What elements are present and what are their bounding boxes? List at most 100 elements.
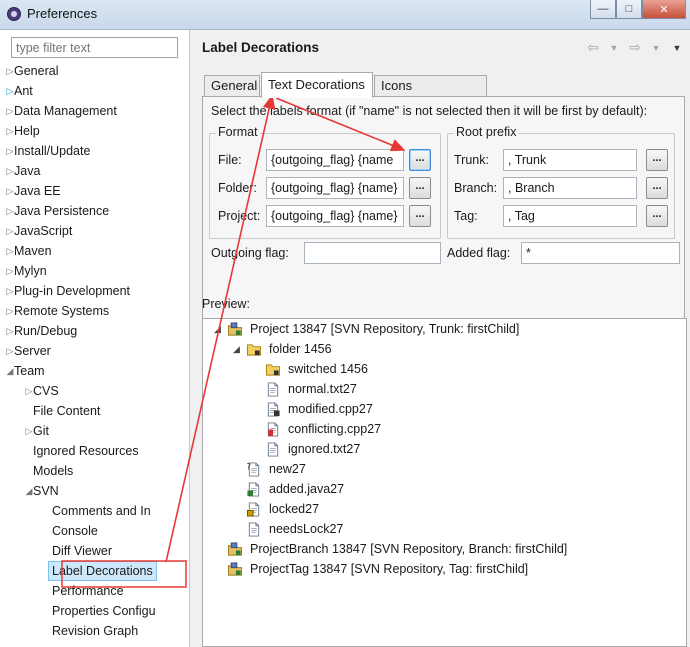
project-format-field[interactable]: {outgoing_flag} {name} bbox=[266, 205, 404, 227]
preview-item-label: Project 13847 [SVN Repository, Trunk: fi… bbox=[250, 322, 520, 336]
tree-item-performance[interactable]: Performance bbox=[0, 581, 190, 601]
file-browse-button[interactable]: ... bbox=[409, 149, 431, 171]
tree-item-java[interactable]: ▷ Java bbox=[0, 161, 190, 181]
preview-item-label: ProjectBranch 13847 [SVN Repository, Bra… bbox=[250, 542, 568, 556]
tab-text-decorations[interactable]: Text Decorations bbox=[261, 72, 373, 98]
window-title: Preferences bbox=[27, 6, 98, 21]
tree-item-run-debug[interactable]: ▷ Run/Debug bbox=[0, 321, 190, 341]
tree-item-label: Java EE bbox=[14, 184, 61, 198]
tree-item-label: Properties Configu bbox=[52, 604, 156, 618]
tree-item-properties-configu[interactable]: Properties Configu bbox=[0, 601, 190, 621]
tree-item-label: Java bbox=[14, 164, 41, 178]
preview-tree: ◢ Project 13847 [SVN Repository, Trunk: f… bbox=[202, 318, 687, 647]
tree-item-label: Ignored Resources bbox=[33, 444, 139, 458]
added-flag-field[interactable]: * bbox=[521, 242, 680, 264]
tab-icons-decorations[interactable]: Icons Decorations bbox=[374, 75, 487, 113]
outgoing-flag-label: Outgoing flag: bbox=[211, 246, 289, 260]
forward-arrow-icon[interactable]: ⇨ bbox=[626, 39, 644, 57]
tab-general[interactable]: General bbox=[204, 75, 260, 97]
tree-item-models[interactable]: Models bbox=[0, 461, 190, 481]
tree-item-server[interactable]: ▷ Server bbox=[0, 341, 190, 361]
expanded-arrow-icon[interactable]: ◢ bbox=[233, 339, 240, 359]
tree-item-team[interactable]: ◢ Team bbox=[0, 361, 190, 381]
tree-item-svn[interactable]: ◢ SVN bbox=[0, 481, 190, 501]
tree-item-label: Maven bbox=[14, 244, 52, 258]
expanded-arrow-icon[interactable]: ◢ bbox=[214, 319, 221, 339]
tree-item-remote-systems[interactable]: ▷ Remote Systems bbox=[0, 301, 190, 321]
tree-item-data-management[interactable]: ▷ Data Management bbox=[0, 101, 190, 121]
tree-item-label: JavaScript bbox=[14, 224, 73, 238]
folder-browse-button[interactable]: ... bbox=[409, 177, 431, 199]
tree-item-label: Server bbox=[14, 344, 51, 358]
close-button[interactable]: ✕ bbox=[642, 0, 686, 19]
tree-item-label: Java Persistence bbox=[14, 204, 110, 218]
tree-item-maven[interactable]: ▷ Maven bbox=[0, 241, 190, 261]
minimize-button[interactable]: — bbox=[590, 0, 616, 19]
tree-item-console[interactable]: Console bbox=[0, 521, 190, 541]
file-new-icon: ? bbox=[247, 462, 260, 477]
svg-text:?: ? bbox=[247, 462, 251, 472]
trunk-prefix-field[interactable]: , Trunk bbox=[503, 149, 637, 171]
tag-label: Tag: bbox=[454, 209, 478, 223]
tree-item-revision-graph[interactable]: Revision Graph bbox=[0, 621, 190, 641]
tree-item-javascript[interactable]: ▷ JavaScript bbox=[0, 221, 190, 241]
tree-item-label: Data Management bbox=[14, 104, 117, 118]
forward-dropdown-icon[interactable]: ▼ bbox=[647, 39, 665, 57]
preview-item-label: locked27 bbox=[269, 502, 320, 516]
back-arrow-icon[interactable]: ⇦ bbox=[584, 39, 602, 57]
tree-item-label: Diff Viewer bbox=[52, 544, 112, 558]
tree-item-git[interactable]: ▷ Git bbox=[0, 421, 190, 441]
tree-item-ignored-resources[interactable]: Ignored Resources bbox=[0, 441, 190, 461]
trunk-browse-button[interactable]: ... bbox=[646, 149, 668, 171]
added-flag-label: Added flag: bbox=[447, 246, 511, 260]
tree-item-cvs[interactable]: ▷ CVS bbox=[0, 381, 190, 401]
file-added-icon bbox=[247, 482, 260, 497]
eclipse-preferences-icon bbox=[7, 7, 21, 21]
tree-item-label: SVN bbox=[33, 484, 59, 498]
tree-item-plug-in-development[interactable]: ▷ Plug-in Development bbox=[0, 281, 190, 301]
tree-item-mylyn[interactable]: ▷ Mylyn bbox=[0, 261, 190, 281]
outgoing-flag-field[interactable] bbox=[304, 242, 441, 264]
tree-item-diff-viewer[interactable]: Diff Viewer bbox=[0, 541, 190, 561]
project-icon bbox=[227, 322, 243, 336]
preview-item-label: modified.cpp27 bbox=[288, 402, 373, 416]
tree-item-java-ee[interactable]: ▷ Java EE bbox=[0, 181, 190, 201]
project-browse-button[interactable]: ... bbox=[409, 205, 431, 227]
tree-item-help[interactable]: ▷ Help bbox=[0, 121, 190, 141]
file-conflict-icon bbox=[267, 422, 279, 437]
tree-item-label: Comments and In bbox=[52, 504, 151, 518]
tree-item-file-content[interactable]: File Content bbox=[0, 401, 190, 421]
tag-browse-button[interactable]: ... bbox=[646, 205, 668, 227]
project-icon bbox=[227, 542, 243, 556]
file-format-field[interactable]: {outgoing_flag} {name bbox=[266, 149, 404, 171]
maximize-button[interactable]: □ bbox=[616, 0, 642, 19]
folder-format-field[interactable]: {outgoing_flag} {name} bbox=[266, 177, 404, 199]
branch-label: Branch: bbox=[454, 181, 498, 195]
tree-item-general[interactable]: ▷ General bbox=[0, 61, 190, 81]
tree-item-comments-and-in[interactable]: Comments and In bbox=[0, 501, 190, 521]
preview-item-label: needsLock27 bbox=[269, 522, 344, 536]
tree-item-java-persistence[interactable]: ▷ Java Persistence bbox=[0, 201, 190, 221]
filter-input[interactable] bbox=[11, 37, 178, 58]
tree-item-label: General bbox=[14, 64, 59, 78]
back-dropdown-icon[interactable]: ▼ bbox=[605, 39, 623, 57]
view-menu-icon[interactable]: ▼ bbox=[668, 39, 686, 57]
file-label: File: bbox=[218, 153, 242, 167]
tree-item-label: Label Decorations bbox=[48, 561, 157, 581]
branch-prefix-field[interactable]: , Branch bbox=[503, 177, 637, 199]
page-title: Label Decorations bbox=[202, 40, 320, 55]
tree-item-install-update[interactable]: ▷ Install/Update bbox=[0, 141, 190, 161]
folder-icon bbox=[265, 364, 281, 376]
branch-browse-button[interactable]: ... bbox=[646, 177, 668, 199]
preview-label: Preview: bbox=[202, 297, 250, 311]
file-icon bbox=[267, 382, 279, 397]
trunk-label: Trunk: bbox=[454, 153, 489, 167]
tree-item-label-decorations[interactable]: Label Decorations bbox=[0, 561, 190, 581]
title-bar: Preferences — □ ✕ bbox=[0, 0, 690, 30]
tree-item-label: Team bbox=[14, 364, 45, 378]
file-icon bbox=[267, 442, 279, 457]
preview-item-label: conflicting.cpp27 bbox=[288, 422, 382, 436]
tree-item-ant[interactable]: ▷ Ant bbox=[0, 81, 190, 101]
tree-item-label: Console bbox=[52, 524, 98, 538]
tag-prefix-field[interactable]: , Tag bbox=[503, 205, 637, 227]
